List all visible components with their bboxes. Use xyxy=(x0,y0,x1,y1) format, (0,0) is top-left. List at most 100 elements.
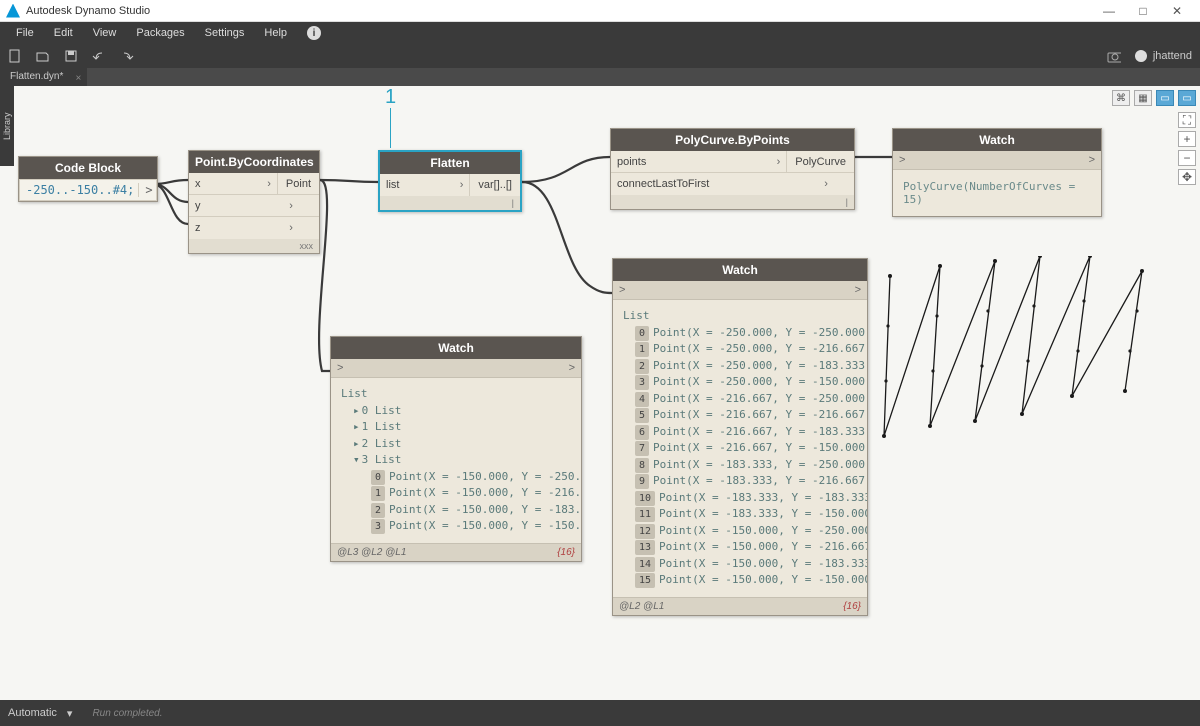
input-port-connect[interactable]: connectLastToFirst xyxy=(611,178,818,190)
input-port-list[interactable]: list xyxy=(380,179,454,191)
menu-settings[interactable]: Settings xyxy=(195,27,255,39)
node-watch-flat[interactable]: Watch > > List 0Point(X = -250.000, Y = -… xyxy=(612,258,868,616)
watch-in-port[interactable]: > xyxy=(619,284,625,296)
watch-in-port[interactable]: > xyxy=(899,154,905,166)
geometry-preview xyxy=(880,256,1180,496)
view-toggle-group: ⌘ ▦ ▭ ▭ xyxy=(1112,90,1196,106)
menu-help[interactable]: Help xyxy=(254,27,297,39)
node-flatten[interactable]: Flatten list › var[]..[] | xyxy=(378,150,522,212)
redo-icon[interactable] xyxy=(120,49,134,63)
new-file-icon[interactable] xyxy=(8,49,22,63)
open-file-icon[interactable] xyxy=(36,49,50,63)
app-title: Autodesk Dynamo Studio xyxy=(26,5,1092,17)
info-icon[interactable]: i xyxy=(307,26,321,40)
graph-canvas[interactable]: Library ⌘ ▦ ▭ ▭ ⛶ + − ✥ 1 Code Block -25… xyxy=(0,86,1200,700)
save-icon[interactable] xyxy=(64,49,78,63)
lacing-indicator[interactable]: | xyxy=(611,195,854,209)
list-item: 13Point(X = -150.000, Y = -216.667 xyxy=(635,539,857,556)
close-button[interactable]: ✕ xyxy=(1160,4,1194,18)
minimize-button[interactable]: — xyxy=(1092,4,1126,18)
levels-label[interactable]: @L3 @L2 @L1 xyxy=(337,547,406,558)
link-icon[interactable]: ⌘ xyxy=(1112,90,1130,106)
list-item: 12Point(X = -150.000, Y = -250.000 xyxy=(635,523,857,540)
output-port[interactable]: > xyxy=(138,183,158,197)
list-item: 0Point(X = -250.000, Y = -250.000, xyxy=(635,325,857,342)
watch-output[interactable]: List ▸0 List ▸1 List ▸2 List ▾3 List 0Po… xyxy=(331,378,581,543)
item-count: {16} xyxy=(843,601,861,612)
menu-view[interactable]: View xyxy=(83,27,127,39)
menu-bar: File Edit View Packages Settings Help i xyxy=(0,22,1200,44)
menu-edit[interactable]: Edit xyxy=(44,27,83,39)
avatar-icon xyxy=(1135,50,1147,62)
menu-file[interactable]: File xyxy=(6,27,44,39)
node-title: Point.ByCoordinates xyxy=(189,151,319,173)
code-text[interactable]: -250..-150..#4; xyxy=(26,183,134,197)
levels-label[interactable]: @L2 @L1 xyxy=(619,601,664,612)
output-port[interactable]: Point xyxy=(277,173,319,194)
watch-output: PolyCurve(NumberOfCurves = 15) xyxy=(893,170,1101,216)
zoom-fit-button[interactable]: ⛶ xyxy=(1178,112,1196,128)
list-item: 6Point(X = -216.667, Y = -183.333, xyxy=(635,424,857,441)
user-menu[interactable]: jhattend xyxy=(1135,50,1192,62)
chevron-icon[interactable]: › xyxy=(283,222,299,234)
list-item: 3Point(X = -250.000, Y = -150.000, xyxy=(635,374,857,391)
input-port-points[interactable]: points xyxy=(611,156,771,168)
node-watch-result[interactable]: Watch > > PolyCurve(NumberOfCurves = 15) xyxy=(892,128,1102,217)
list-item: 1Point(X = -250.000, Y = -216.667, xyxy=(635,341,857,358)
node-polycurve-bypoints[interactable]: PolyCurve.ByPoints points›PolyCurve conn… xyxy=(610,128,855,210)
output-port[interactable]: PolyCurve xyxy=(786,151,854,172)
node-title: Watch xyxy=(893,129,1101,151)
maximize-button[interactable]: □ xyxy=(1126,4,1160,18)
input-port-y[interactable]: y xyxy=(189,200,283,212)
document-tab-bar: Flatten.dyn* × xyxy=(0,68,1200,86)
chevron-icon[interactable]: › xyxy=(283,200,299,212)
username: jhattend xyxy=(1153,50,1192,62)
list-item: 2Point(X = -250.000, Y = -183.333, xyxy=(635,358,857,375)
output-port[interactable]: var[]..[] xyxy=(469,174,520,196)
list-item: 14Point(X = -150.000, Y = -183.333 xyxy=(635,556,857,573)
library-panel-tab[interactable]: Library xyxy=(0,86,14,166)
menu-packages[interactable]: Packages xyxy=(126,27,194,39)
3d-view-button[interactable]: ▭ xyxy=(1178,90,1196,106)
watch-in-port[interactable]: > xyxy=(337,362,343,374)
chevron-icon[interactable]: › xyxy=(454,179,470,191)
chevron-icon[interactable]: › xyxy=(261,178,277,190)
node-title: PolyCurve.ByPoints xyxy=(611,129,854,151)
list-item: 10Point(X = -183.333, Y = -183.333 xyxy=(635,490,857,507)
watch-output[interactable]: List 0Point(X = -250.000, Y = -250.000,1… xyxy=(613,300,867,597)
node-title: Flatten xyxy=(380,152,520,174)
list-item: 7Point(X = -216.667, Y = -150.000, xyxy=(635,440,857,457)
list-item: 15Point(X = -150.000, Y = -150.000 xyxy=(635,572,857,589)
node-code-block[interactable]: Code Block -250..-150..#4; > xyxy=(18,156,158,202)
watch-out-port[interactable]: > xyxy=(569,362,575,374)
zoom-in-button[interactable]: + xyxy=(1178,131,1196,147)
node-point-bycoordinates[interactable]: Point.ByCoordinates x›Point y›. z›. xxx xyxy=(188,150,320,254)
lacing-indicator[interactable]: xxx xyxy=(189,239,319,253)
title-bar: Autodesk Dynamo Studio — □ ✕ xyxy=(0,0,1200,22)
watch-out-port[interactable]: > xyxy=(1089,154,1095,166)
app-logo-icon xyxy=(6,4,20,18)
node-title: Code Block xyxy=(19,157,157,179)
pan-button[interactable]: ✥ xyxy=(1178,169,1196,185)
undo-icon[interactable] xyxy=(92,49,106,63)
chevron-icon[interactable]: › xyxy=(818,178,834,190)
node-watch-nested[interactable]: Watch >> List ▸0 List ▸1 List ▸2 List ▾3… xyxy=(330,336,582,562)
camera-icon[interactable] xyxy=(1107,49,1121,63)
run-status: Run completed. xyxy=(92,708,162,719)
chevron-icon[interactable]: › xyxy=(771,156,787,168)
input-port-x[interactable]: x xyxy=(189,178,261,190)
input-port-z[interactable]: z xyxy=(189,222,283,234)
list-item: 11Point(X = -183.333, Y = -150.000 xyxy=(635,506,857,523)
watch-out-port[interactable]: > xyxy=(855,284,861,296)
graph-view-button[interactable]: ▭ xyxy=(1156,90,1174,106)
list-item: 5Point(X = -216.667, Y = -216.667, xyxy=(635,407,857,424)
document-tab[interactable]: Flatten.dyn* × xyxy=(0,68,87,86)
list-item: 8Point(X = -183.333, Y = -250.000, xyxy=(635,457,857,474)
node-title: Watch xyxy=(613,259,867,281)
annotation-number: 1 xyxy=(385,86,396,109)
run-mode-dropdown[interactable]: Automatic ▾ xyxy=(8,707,72,720)
list-item: 4Point(X = -216.667, Y = -250.000, xyxy=(635,391,857,408)
nav-icon[interactable]: ▦ xyxy=(1134,90,1152,106)
lacing-indicator[interactable]: | xyxy=(380,196,520,210)
zoom-out-button[interactable]: − xyxy=(1178,150,1196,166)
